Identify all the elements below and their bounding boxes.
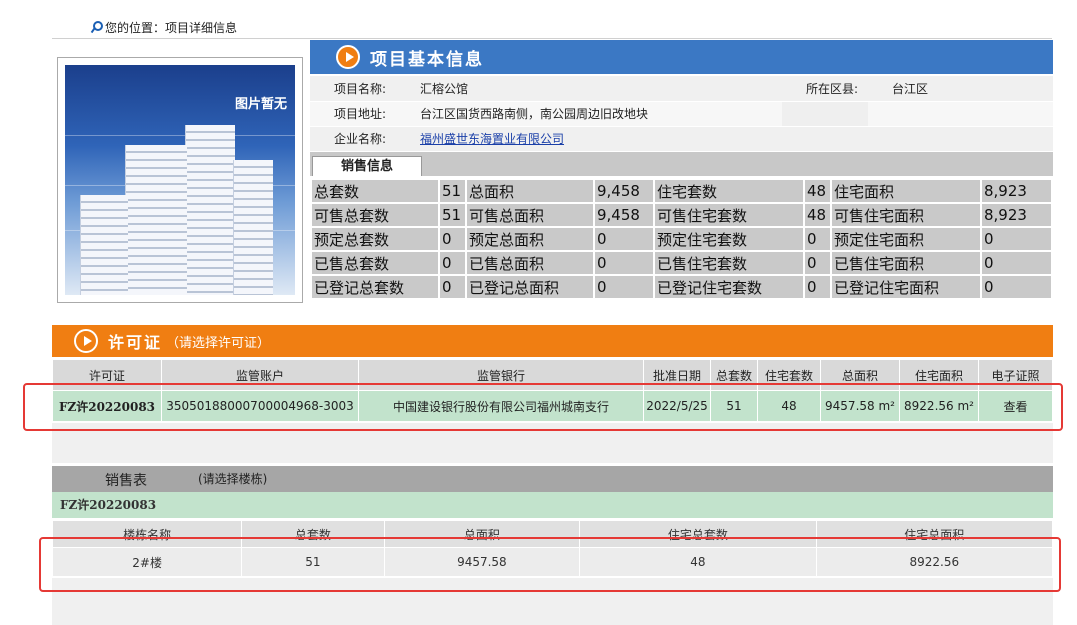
stat-value: 9,458 bbox=[595, 204, 653, 226]
stat-label: 已售住宅面积 bbox=[832, 252, 980, 274]
stat-value: 48 bbox=[805, 204, 830, 226]
sales-info-grid: 总套数 51 总面积 9,458 住宅套数 48 住宅面积 8,923 可售总套… bbox=[310, 178, 1053, 300]
sales-row: 已售总套数 0 已售总面积 0 已售住宅套数 0 已售住宅面积 0 bbox=[312, 252, 1051, 274]
stat-label: 已登记住宅面积 bbox=[832, 276, 980, 298]
stat-value: 0 bbox=[982, 228, 1051, 250]
tab-sales-info[interactable]: 销售信息 bbox=[312, 156, 422, 176]
sales-sheet-title: 销售表 bbox=[105, 473, 147, 489]
district-label: 所在区县: bbox=[782, 76, 868, 102]
stat-value: 0 bbox=[982, 252, 1051, 274]
project-address-value: 台江区国货西路南侧，南公园周边旧改地块 bbox=[396, 101, 782, 127]
permit-header: 许可证 （请选择许可证） bbox=[52, 325, 1053, 357]
company-name-link[interactable]: 福州盛世东海置业有限公司 bbox=[420, 132, 564, 146]
stat-value: 8,923 bbox=[982, 180, 1051, 202]
stat-label: 总面积 bbox=[467, 180, 593, 202]
no-image-text: 图片暂无 bbox=[234, 97, 287, 112]
basic-info-table: 项目名称: 汇榕公馆 所在区县: 台江区 项目地址: 台江区国货西路南侧，南公园… bbox=[310, 76, 1053, 152]
stat-label: 住宅套数 bbox=[655, 180, 803, 202]
sales-row: 可售总套数 51 可售总面积 9,458 可售住宅套数 48 可售住宅面积 8,… bbox=[312, 204, 1051, 226]
sales-row: 已登记总套数 0 已登记总面积 0 已登记住宅套数 0 已登记住宅面积 0 bbox=[312, 276, 1051, 298]
stat-label: 预定住宅面积 bbox=[832, 228, 980, 250]
stat-label: 可售总套数 bbox=[312, 204, 438, 226]
stat-label: 已售总套数 bbox=[312, 252, 438, 274]
stat-value: 0 bbox=[805, 276, 830, 298]
district-value: 台江区 bbox=[868, 76, 1053, 102]
project-address-label: 项目地址: bbox=[310, 101, 396, 127]
stat-label: 已登记总套数 bbox=[312, 276, 438, 298]
project-photo-frame: 图片暂无 bbox=[57, 57, 303, 303]
highlight-box-permit bbox=[23, 383, 1063, 431]
stat-label: 已售总面积 bbox=[467, 252, 593, 274]
stat-value: 8,923 bbox=[982, 204, 1051, 226]
breadcrumb: 您的位置：项目详细信息 bbox=[90, 18, 237, 36]
stat-value: 0 bbox=[982, 276, 1051, 298]
stat-value: 0 bbox=[805, 228, 830, 250]
stat-label: 住宅面积 bbox=[832, 180, 980, 202]
sales-sheet-permit: FZ许20220083 bbox=[52, 492, 1053, 518]
stat-value: 0 bbox=[595, 252, 653, 274]
sales-row: 总套数 51 总面积 9,458 住宅套数 48 住宅面积 8,923 bbox=[312, 180, 1051, 202]
stat-label: 已售住宅套数 bbox=[655, 252, 803, 274]
project-name-label: 项目名称: bbox=[310, 76, 396, 102]
stat-label: 预定总面积 bbox=[467, 228, 593, 250]
stat-label: 预定住宅套数 bbox=[655, 228, 803, 250]
play-icon bbox=[336, 45, 360, 69]
stat-label: 可售总面积 bbox=[467, 204, 593, 226]
sales-row: 预定总套数 0 预定总面积 0 预定住宅套数 0 预定住宅面积 0 bbox=[312, 228, 1051, 250]
stat-label: 已登记总面积 bbox=[467, 276, 593, 298]
project-photo: 图片暂无 bbox=[65, 65, 295, 295]
stat-value: 9,458 bbox=[595, 180, 653, 202]
stat-label: 预定总套数 bbox=[312, 228, 438, 250]
stat-value: 0 bbox=[805, 252, 830, 274]
divider bbox=[52, 38, 1052, 39]
stat-label: 可售住宅套数 bbox=[655, 204, 803, 226]
stat-value: 0 bbox=[595, 276, 653, 298]
stat-value: 51 bbox=[440, 204, 465, 226]
stat-label: 已登记住宅套数 bbox=[655, 276, 803, 298]
sales-sheet-subtitle: (请选择楼栋) bbox=[198, 472, 268, 486]
company-name-label: 企业名称: bbox=[310, 126, 396, 152]
breadcrumb-label: 您的位置：项目详细信息 bbox=[105, 20, 238, 35]
permit-title: 许可证 bbox=[108, 333, 163, 352]
stat-label: 总套数 bbox=[312, 180, 438, 202]
stat-label: 可售住宅面积 bbox=[832, 204, 980, 226]
stat-value: 48 bbox=[805, 180, 830, 202]
stat-value: 0 bbox=[440, 228, 465, 250]
stat-value: 51 bbox=[440, 180, 465, 202]
location-pin-icon bbox=[90, 20, 103, 34]
basic-info-title: 项目基本信息 bbox=[370, 49, 484, 70]
basic-info-header: 项目基本信息 bbox=[310, 40, 1053, 74]
play-icon bbox=[74, 329, 98, 353]
project-name-value: 汇榕公馆 bbox=[396, 76, 782, 102]
permit-subtitle: （请选择许可证） bbox=[166, 335, 271, 351]
stat-value: 0 bbox=[440, 252, 465, 274]
highlight-box-building bbox=[39, 537, 1061, 592]
stat-value: 0 bbox=[440, 276, 465, 298]
stat-value: 0 bbox=[595, 228, 653, 250]
